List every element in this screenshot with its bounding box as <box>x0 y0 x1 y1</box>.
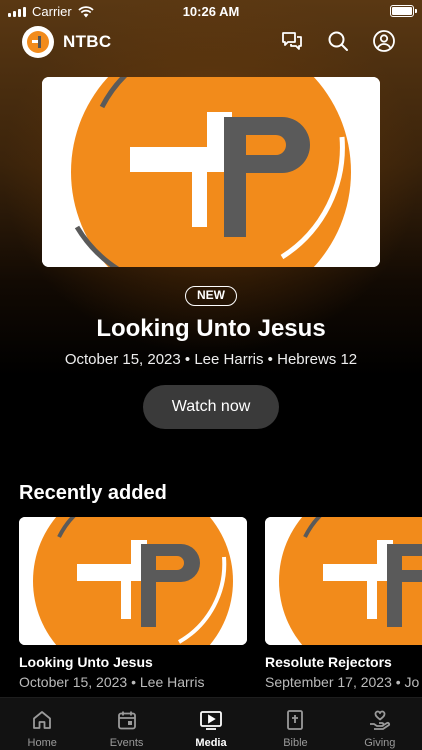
giving-icon <box>369 710 390 730</box>
tab-label: Giving <box>364 737 396 749</box>
search-icon[interactable] <box>326 29 350 53</box>
tab-label: Bible <box>283 737 308 749</box>
app-name: NTBC <box>63 32 112 51</box>
status-bar: Carrier 10:26 AM <box>0 0 422 24</box>
bible-icon <box>287 710 304 730</box>
featured-title: Looking Unto Jesus <box>96 315 326 342</box>
battery-icon <box>390 5 417 17</box>
calendar-icon <box>117 711 136 730</box>
media-card-meta: September 17, 2023 • Jo <box>265 674 420 690</box>
media-card-meta: October 15, 2023 • Lee Harris <box>19 674 205 690</box>
media-thumbnail[interactable] <box>19 517 247 645</box>
featured-artwork[interactable] <box>42 77 380 267</box>
tab-label: Events <box>109 737 144 749</box>
tab-bar: Home Events Media Bible Giving <box>0 697 422 750</box>
tab-home[interactable]: Home <box>0 698 84 750</box>
media-card[interactable]: Looking Unto Jesus October 15, 2023 • Le… <box>19 517 247 690</box>
chat-icon[interactable] <box>280 29 304 53</box>
tab-label: Home <box>27 737 57 749</box>
church-logo-icon <box>22 26 54 58</box>
new-badge: NEW <box>185 286 237 306</box>
top-bar: NTBC <box>0 26 422 62</box>
tab-label: Media <box>195 737 227 749</box>
home-icon <box>33 711 52 729</box>
recently-added-rail[interactable]: Looking Unto Jesus October 15, 2023 • Le… <box>19 517 422 692</box>
featured-meta: October 15, 2023 • Lee Harris • Hebrews … <box>64 351 358 368</box>
status-time: 10:26 AM <box>182 4 240 19</box>
media-card-title: Resolute Rejectors <box>265 654 392 670</box>
media-card-title: Looking Unto Jesus <box>19 654 153 670</box>
tab-events[interactable]: Events <box>84 698 168 750</box>
sermon-logo-artwork <box>42 77 380 267</box>
watch-now-button[interactable]: Watch now <box>143 385 279 429</box>
sermon-logo-artwork <box>19 517 247 645</box>
sermon-logo-artwork <box>265 517 422 645</box>
play-icon <box>200 711 222 730</box>
media-card[interactable]: Resolute Rejectors September 17, 2023 • … <box>265 517 422 690</box>
profile-icon[interactable] <box>372 29 396 53</box>
tab-media[interactable]: Media <box>169 698 253 750</box>
brand[interactable]: NTBC <box>22 26 111 58</box>
media-thumbnail[interactable] <box>265 517 422 645</box>
tab-bible[interactable]: Bible <box>253 698 337 750</box>
recently-added-heading: Recently added <box>19 482 167 504</box>
tab-giving[interactable]: Giving <box>338 698 422 750</box>
